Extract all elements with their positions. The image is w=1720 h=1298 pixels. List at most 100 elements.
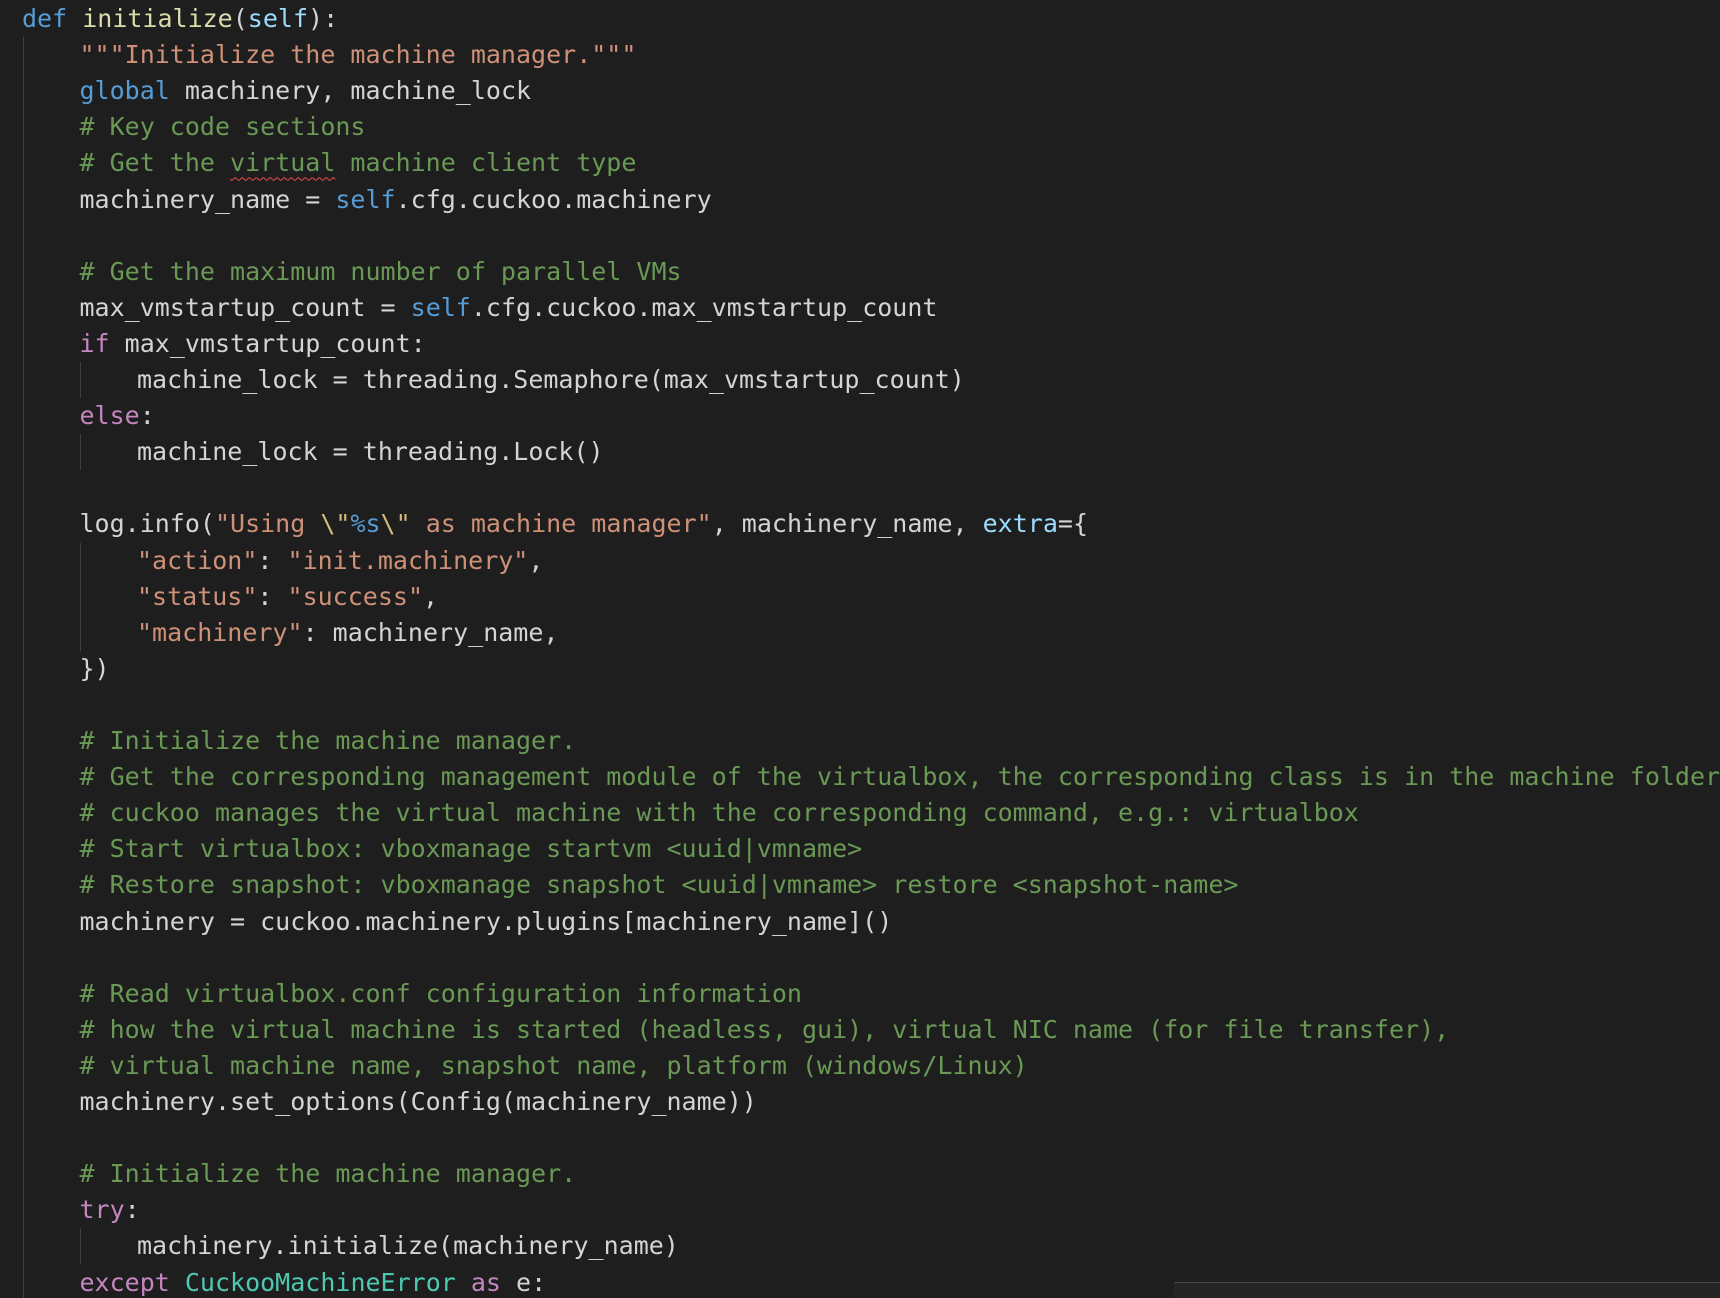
indent-guide-body bbox=[23, 37, 24, 1298]
code-line[interactable]: except CuckooMachineError as e: bbox=[80, 1265, 547, 1298]
code-token: max_vmstartup_count = bbox=[79, 292, 411, 322]
code-token: as machine manager" bbox=[410, 509, 712, 539]
code-token: initialize bbox=[82, 4, 233, 33]
code-line[interactable]: def initialize(self): bbox=[22, 1, 338, 37]
code-line[interactable]: }) bbox=[80, 651, 110, 687]
code-token: : machinery_name, bbox=[302, 617, 559, 647]
code-token: .cfg.cuckoo.machinery bbox=[395, 184, 712, 214]
code-token: , bbox=[423, 581, 439, 611]
code-editor[interactable]: def initialize(self): """Initialize the m… bbox=[0, 0, 1720, 1298]
code-token: machinery = cuckoo.machinery.plugins[mac… bbox=[79, 906, 893, 936]
code-token: "init.machinery" bbox=[287, 545, 529, 575]
code-line[interactable]: max_vmstartup_count = self.cfg.cuckoo.ma… bbox=[80, 290, 938, 326]
code-line[interactable]: if max_vmstartup_count: bbox=[80, 326, 426, 362]
code-line[interactable]: machine_lock = threading.Lock() bbox=[137, 434, 604, 470]
code-line[interactable]: machinery_name = self.cfg.cuckoo.machine… bbox=[80, 182, 712, 218]
code-token: global bbox=[79, 76, 170, 106]
code-token: machine_lock = threading.Semaphore(max_v… bbox=[137, 365, 965, 394]
code-line[interactable]: # Get the virtual machine client type bbox=[80, 145, 637, 181]
code-token: : bbox=[124, 1195, 140, 1225]
code-token: machinery.initialize(machinery_name) bbox=[137, 1231, 679, 1261]
code-token: .cfg.cuckoo.max_vmstartup_count bbox=[470, 292, 938, 322]
code-token: # Start virtualbox: vboxmanage startvm <… bbox=[79, 834, 863, 864]
code-line[interactable]: # Restore snapshot: vboxmanage snapshot … bbox=[80, 867, 1239, 903]
code-token: # Initialize the machine manager. bbox=[79, 1159, 577, 1189]
indent-guide-if bbox=[80, 362, 81, 399]
code-token: self bbox=[247, 4, 309, 33]
code-line[interactable]: machinery.initialize(machinery_name) bbox=[137, 1228, 679, 1264]
hover-widget-edge bbox=[1174, 1282, 1720, 1298]
code-line[interactable]: machinery.set_options(Config(machinery_n… bbox=[80, 1084, 757, 1120]
code-line[interactable]: # Initialize the machine manager. bbox=[80, 1156, 577, 1192]
code-token: ): bbox=[308, 4, 339, 33]
code-line[interactable]: """Initialize the machine manager.""" bbox=[80, 37, 637, 73]
code-token: # Get the corresponding management modul… bbox=[79, 762, 1720, 792]
code-token: ( bbox=[232, 4, 248, 33]
code-token: machine client type bbox=[335, 148, 637, 178]
code-token: # cuckoo manages the virtual machine wit… bbox=[79, 798, 1359, 828]
code-line[interactable]: try: bbox=[80, 1192, 140, 1228]
code-line[interactable]: # virtual machine name, snapshot name, p… bbox=[80, 1048, 1028, 1084]
code-line[interactable]: # Start virtualbox: vboxmanage startvm <… bbox=[80, 831, 863, 867]
code-token: def bbox=[22, 4, 68, 33]
code-token: try bbox=[79, 1195, 125, 1225]
code-token: "action" bbox=[137, 545, 258, 575]
code-token: # Restore snapshot: vboxmanage snapshot … bbox=[79, 870, 1239, 900]
code-line[interactable]: # Get the maximum number of parallel VMs bbox=[80, 254, 682, 290]
code-token: machinery_name = bbox=[79, 184, 336, 214]
code-token: CuckooMachineError bbox=[184, 1267, 456, 1297]
code-token: ={ bbox=[1057, 509, 1088, 539]
code-token: # how the virtual machine is started (he… bbox=[79, 1014, 1450, 1044]
code-line[interactable]: # Initialize the machine manager. bbox=[80, 723, 577, 759]
code-token: %s bbox=[350, 509, 381, 539]
code-line[interactable]: # Key code sections bbox=[80, 109, 366, 145]
code-token: : bbox=[139, 401, 155, 431]
indent-guide-dict bbox=[80, 542, 81, 651]
code-token: # virtual machine name, snapshot name, p… bbox=[79, 1050, 1028, 1080]
code-line[interactable]: log.info("Using \"%s\" as machine manage… bbox=[80, 506, 1089, 542]
code-line[interactable]: global machinery, machine_lock bbox=[80, 73, 532, 109]
code-token: self bbox=[335, 184, 396, 214]
code-token: else bbox=[79, 401, 140, 431]
code-token: machine_lock = threading.Lock() bbox=[137, 437, 604, 467]
code-token: , machinery_name, bbox=[711, 509, 983, 539]
code-line[interactable]: else: bbox=[80, 398, 155, 434]
code-token: # Read virtualbox.conf configuration inf… bbox=[79, 978, 802, 1008]
code-token: # Get the bbox=[79, 148, 231, 178]
code-token: if bbox=[79, 328, 110, 358]
code-line[interactable]: # Read virtualbox.conf configuration inf… bbox=[80, 976, 802, 1012]
code-token: as bbox=[470, 1267, 501, 1297]
code-line[interactable]: "machinery": machinery_name, bbox=[137, 615, 558, 651]
code-token: # Get the maximum number of parallel VMs bbox=[79, 256, 682, 286]
code-token: "status" bbox=[137, 581, 258, 611]
indent-guide-else bbox=[80, 434, 81, 471]
code-token: , bbox=[528, 545, 544, 575]
code-line[interactable]: machine_lock = threading.Semaphore(max_v… bbox=[137, 362, 965, 398]
indent-guide-try bbox=[80, 1228, 81, 1265]
code-line[interactable]: "status": "success", bbox=[137, 579, 438, 615]
code-token: except bbox=[79, 1267, 170, 1297]
code-line[interactable]: # Get the corresponding management modul… bbox=[80, 759, 1720, 795]
code-token: : bbox=[257, 545, 288, 575]
code-token: machinery.set_options(Config(machinery_n… bbox=[79, 1087, 757, 1116]
code-token: machinery, machine_lock bbox=[169, 76, 532, 106]
code-token: "Using bbox=[214, 509, 321, 539]
code-token: \" bbox=[380, 509, 411, 539]
code-line[interactable]: # how the virtual machine is started (he… bbox=[80, 1012, 1450, 1048]
code-token: # Initialize the machine manager. bbox=[79, 726, 577, 755]
code-token: max_vmstartup_count: bbox=[109, 328, 426, 358]
code-token: virtual bbox=[230, 148, 336, 178]
code-token: "success" bbox=[287, 581, 423, 611]
code-token: \" bbox=[320, 509, 351, 539]
code-token: "machinery" bbox=[137, 617, 303, 647]
code-token: self bbox=[410, 292, 471, 322]
code-token: }) bbox=[79, 653, 110, 683]
code-line[interactable]: machinery = cuckoo.machinery.plugins[mac… bbox=[80, 904, 893, 940]
code-line[interactable]: "action": "init.machinery", bbox=[137, 543, 543, 579]
code-line[interactable]: # cuckoo manages the virtual machine wit… bbox=[80, 795, 1359, 831]
code-token: log.info( bbox=[79, 509, 215, 539]
code-token: e: bbox=[500, 1267, 547, 1297]
